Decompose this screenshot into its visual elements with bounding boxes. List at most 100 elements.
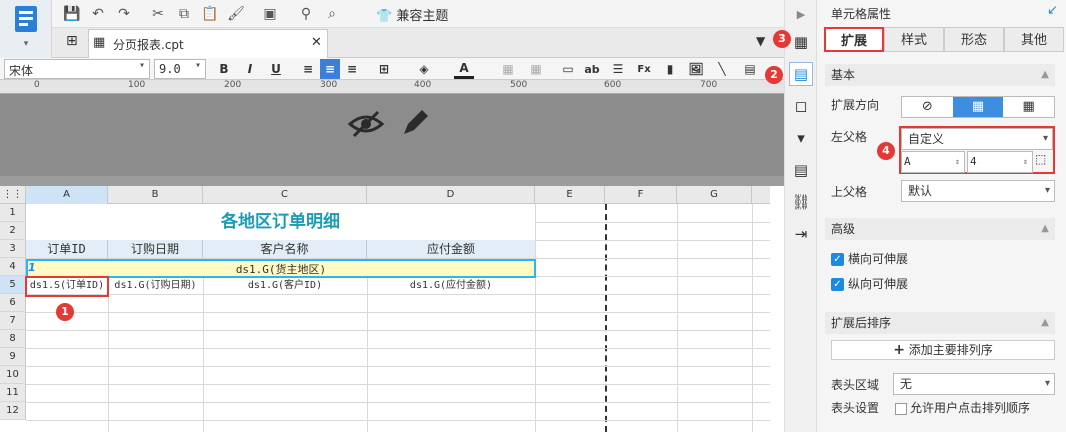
underline-icon[interactable]: U (266, 59, 286, 79)
header-cell[interactable]: 订单ID (26, 240, 108, 258)
tab-menu-icon[interactable]: ▼ (756, 34, 765, 48)
save-icon[interactable]: 💾 (62, 4, 82, 24)
collapse-panel-icon[interactable]: ↙ (1047, 3, 1058, 18)
column-e[interactable]: E (535, 186, 605, 204)
basic-section[interactable]: 基本 ▲ (825, 64, 1055, 86)
row-header[interactable]: 3 (0, 240, 26, 258)
cell-attr-icon[interactable]: ▦ (789, 30, 813, 54)
row-header[interactable]: 12 (0, 402, 26, 420)
column-f[interactable]: F (605, 186, 677, 204)
header-cell[interactable]: 订购日期 (108, 240, 203, 258)
italic-icon[interactable]: I (240, 59, 260, 79)
grid-icon[interactable]: ⊞ (66, 33, 78, 49)
element-icon[interactable]: ◻ (789, 94, 813, 118)
tab-style[interactable]: 样式 (884, 27, 944, 52)
hyperlink-icon[interactable]: ⛓ (789, 190, 813, 214)
report-title-cell[interactable]: 各地区订单明细 (26, 204, 535, 240)
align-left-icon[interactable]: ≡ (298, 59, 318, 79)
row-header[interactable]: 10 (0, 366, 26, 384)
column-g[interactable]: G (677, 186, 752, 204)
no-expand-icon[interactable]: ⊘ (902, 97, 953, 117)
close-tab-icon[interactable]: ✕ (311, 35, 322, 50)
column-a[interactable]: A (26, 186, 108, 204)
left-parent-row-input[interactable]: 4 ⇕ (967, 151, 1033, 173)
merge-icon[interactable]: ▦ (498, 59, 518, 79)
advanced-section[interactable]: 高级 ▲ (825, 218, 1055, 240)
widget-icon[interactable]: ▾ (789, 126, 813, 150)
cell-properties-icon[interactable]: ▤ (789, 62, 813, 86)
import-icon[interactable]: ⇥ (789, 222, 813, 246)
select-all-icon[interactable]: ⋮⋮ (0, 186, 26, 204)
align-center-icon[interactable]: ≡ (320, 59, 340, 79)
row-header[interactable]: 1 (0, 204, 26, 222)
sub-report-icon[interactable]: ▤ (740, 59, 760, 79)
up-parent-select[interactable]: 默认 ▾ (901, 180, 1055, 202)
undo-icon[interactable]: ↶ (88, 4, 108, 24)
row-header[interactable]: 7 (0, 312, 26, 330)
header-cell[interactable]: 应付金额 (367, 240, 535, 258)
row-header[interactable]: 4 (0, 258, 26, 276)
copy-icon[interactable]: ⧉ (174, 4, 194, 24)
row-header[interactable]: 6 (0, 294, 26, 312)
border-icon[interactable]: ⊞ (374, 59, 394, 79)
font-color-icon[interactable]: A (454, 59, 474, 79)
row-header[interactable]: 9 (0, 348, 26, 366)
font-select[interactable]: 宋体 ▾ (4, 59, 150, 79)
spreadsheet-grid[interactable]: ⋮⋮ A B C D E F G 1 2 3 4 5 6 7 8 9 10 11… (0, 186, 770, 432)
tab-form[interactable]: 形态 (944, 27, 1004, 52)
horizontal-expand-icon[interactable]: ▦ (1003, 97, 1054, 117)
tab-expand[interactable]: 扩展 (824, 27, 884, 52)
left-parent-column-input[interactable]: A ⇕ (901, 151, 965, 173)
left-parent-select[interactable]: 自定义 ▾ (901, 128, 1053, 150)
order-date-cell[interactable]: ds1.G(订购日期) (108, 277, 203, 294)
redo-icon[interactable]: ↷ (114, 4, 134, 24)
search-icon[interactable]: ⌕ (322, 4, 342, 24)
highlight-a5 (25, 276, 109, 297)
vertical-expand-checkbox[interactable]: ✓ 纵向可伸展 (831, 275, 908, 292)
horizontal-expand-checkbox[interactable]: ✓ 横向可伸展 (831, 250, 908, 267)
customer-id-cell[interactable]: ds1.G(客户ID) (203, 277, 367, 294)
header-cell[interactable]: 客户名称 (203, 240, 367, 258)
sort-section[interactable]: 扩展后排序 ▲ (825, 312, 1055, 334)
row-header[interactable]: 11 (0, 384, 26, 402)
vertical-expand-icon[interactable]: ▦ (952, 97, 1004, 117)
formula-icon[interactable]: Fx (634, 59, 654, 79)
cut-icon[interactable]: ✂ (148, 4, 168, 24)
stepper-icon[interactable]: ⇕ (1023, 152, 1028, 172)
row-header[interactable]: 2 (0, 222, 26, 240)
amount-cell[interactable]: ds1.G(应付金额) (367, 277, 535, 294)
hide-eye-icon[interactable] (346, 108, 386, 140)
chart-icon[interactable]: ▮ (660, 59, 680, 79)
text-icon[interactable]: ab (582, 59, 602, 79)
link-icon[interactable]: ▭ (558, 59, 578, 79)
tab-other[interactable]: 其他 (1004, 27, 1064, 52)
collapse-arrow-icon[interactable]: ▶ (789, 2, 813, 26)
row-header[interactable]: 5 (0, 276, 26, 294)
paragraph-icon[interactable]: ☰ (608, 59, 628, 79)
app-logo[interactable]: ▾ (0, 0, 52, 58)
align-right-icon[interactable]: ≡ (342, 59, 362, 79)
header-area-select[interactable]: 无 ▾ (893, 373, 1055, 395)
add-sort-button[interactable]: + 添加主要排列序 (831, 340, 1055, 360)
bold-icon[interactable]: B (214, 59, 234, 79)
column-d[interactable]: D (367, 186, 535, 204)
font-size-select[interactable]: 9.0 ▾ (154, 59, 206, 79)
allow-click-sort-checkbox[interactable]: 允许用户点击排列顺序 (895, 399, 1030, 416)
paste-icon[interactable]: 📋 (200, 4, 220, 24)
format-brush-icon[interactable]: 🖌 (226, 4, 246, 24)
fill-color-icon[interactable]: ◈ (414, 59, 434, 79)
stepper-icon[interactable]: ⇕ (955, 152, 960, 172)
cell-picker-icon[interactable]: ⬚ (1035, 152, 1046, 166)
template-icon[interactable]: ▣ (260, 4, 280, 24)
row-header[interactable]: 8 (0, 330, 26, 348)
column-c[interactable]: C (203, 186, 367, 204)
condition-icon[interactable]: ▤ (789, 158, 813, 182)
column-b[interactable]: B (108, 186, 203, 204)
slash-icon[interactable]: ╲ (712, 59, 732, 79)
edit-pencil-icon[interactable] (398, 108, 432, 140)
plugin-icon[interactable]: ⚲ (296, 4, 316, 24)
file-tab[interactable]: ▦ 分页报表.cpt ✕ (88, 29, 328, 58)
compat-theme-button[interactable]: 👕 兼容主题 (376, 5, 448, 24)
image-icon[interactable]: 🖼 (686, 59, 706, 79)
unmerge-icon[interactable]: ▦ (526, 59, 546, 79)
